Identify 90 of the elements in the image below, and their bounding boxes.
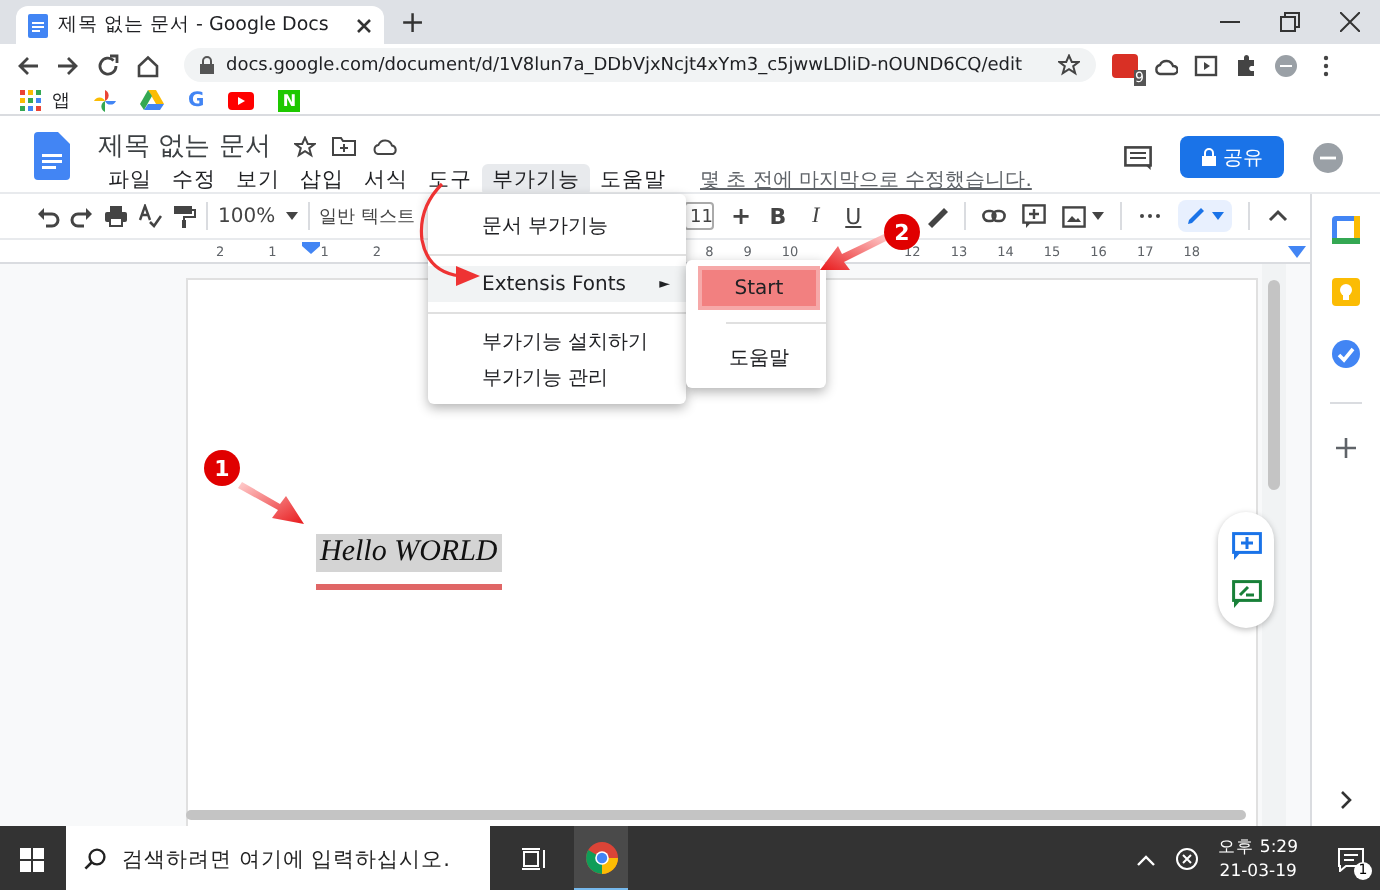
increase-button[interactable]: +	[730, 202, 752, 230]
task-view-icon[interactable]	[522, 848, 546, 870]
menu-item[interactable]: 부가기능 설치하기	[428, 324, 686, 360]
windows-icon[interactable]	[20, 847, 44, 871]
notification-icon	[1338, 847, 1364, 871]
address-bar[interactable]: docs.google.com/document/d/1V8lun7a_DDbVjxNcjt4xYm3_c5jwwLDliD-nOUND6CQ/edit	[184, 48, 1096, 82]
scrollbar-thumb[interactable]	[1268, 280, 1280, 490]
highlighter-icon[interactable]	[924, 204, 949, 228]
caret-icon	[285, 212, 298, 220]
editing-mode-button[interactable]	[1177, 200, 1233, 232]
chrome-icon	[585, 841, 617, 873]
print-icon[interactable]	[104, 204, 128, 228]
menu-item[interactable]: 도움말	[590, 164, 676, 196]
bookmark[interactable]: G	[188, 89, 205, 111]
chevron-right-icon[interactable]	[1340, 790, 1352, 810]
caret-icon	[1212, 212, 1224, 220]
cloud-icon[interactable]	[372, 136, 399, 156]
clock[interactable]: 오후 5:29 21-03-19	[1218, 835, 1298, 883]
folder-icon[interactable]	[332, 136, 357, 156]
home-icon[interactable]	[136, 53, 160, 77]
menu-item[interactable]: 도움말	[698, 336, 820, 380]
taskbar-search-field[interactable]: 검색하려면 여기에 입력하십시오.	[66, 826, 490, 890]
media-icon[interactable]	[1194, 53, 1218, 77]
menu-item[interactable]: 도구	[418, 164, 482, 196]
browser-tab[interactable]: 제목 없는 문서 - Google Docs	[16, 6, 384, 44]
arrow	[820, 234, 888, 270]
calendar-icon[interactable]	[1332, 216, 1360, 244]
lock-icon	[200, 56, 214, 74]
play-icon[interactable]	[228, 91, 255, 109]
pinwheel-icon[interactable]	[94, 89, 116, 111]
menu-item[interactable]: 파일	[98, 164, 162, 196]
link-icon[interactable]	[982, 204, 1006, 228]
share-button[interactable]: 공유	[1180, 136, 1284, 178]
format-button[interactable]: B	[767, 203, 789, 229]
reload-icon[interactable]	[96, 53, 120, 77]
zoom-select[interactable]: 100%	[218, 205, 298, 227]
style-select[interactable]: 일반 텍스트	[319, 203, 415, 229]
arrow	[238, 482, 304, 524]
forward-icon[interactable]	[56, 53, 80, 77]
new-tab-button[interactable]: +	[400, 3, 426, 41]
search-icon	[84, 848, 106, 870]
docs-logo-icon[interactable]	[34, 132, 70, 180]
chevron-up-icon[interactable]	[1136, 853, 1157, 865]
image-icon	[1062, 205, 1086, 227]
menu-item[interactable]: 수정	[162, 164, 226, 196]
step-marker: 1	[204, 450, 240, 486]
restore-icon[interactable]	[1280, 12, 1300, 32]
bookmark[interactable]: 앱	[20, 87, 70, 113]
spellcheck-icon[interactable]	[138, 204, 162, 228]
image-button[interactable]	[1062, 205, 1104, 227]
paint-roller-icon[interactable]	[172, 204, 196, 228]
comment-icon[interactable]	[1124, 145, 1152, 169]
format-button[interactable]: I	[804, 204, 827, 228]
avatar-icon[interactable]	[1312, 141, 1344, 173]
avatar-icon[interactable]	[1274, 53, 1298, 77]
close-icon[interactable]	[1340, 12, 1360, 32]
lock-icon	[1201, 148, 1215, 166]
undo-icon[interactable]	[36, 204, 60, 228]
menu-item[interactable]: 서식	[354, 164, 418, 196]
back-icon[interactable]	[16, 53, 40, 77]
suggest-edit-icon[interactable]	[1231, 580, 1261, 608]
browser-taskbar-button[interactable]	[574, 826, 628, 890]
drive-icon[interactable]	[140, 90, 164, 110]
apps-icon	[20, 89, 42, 111]
redo-icon[interactable]	[70, 204, 94, 228]
menu-item[interactable]: 보기	[226, 164, 290, 196]
format-button[interactable]: U	[842, 203, 865, 229]
close-icon[interactable]	[356, 17, 372, 33]
indent-marker-icon[interactable]	[1288, 246, 1306, 258]
close-circle-icon[interactable]	[1176, 848, 1199, 870]
menu-item[interactable]: 문서 부가기능	[428, 208, 686, 244]
pencil-icon	[1186, 206, 1206, 226]
last-edit-link[interactable]: 몇 초 전에 마지막으로 수정했습니다.	[700, 166, 1032, 194]
document-title[interactable]: 제목 없는 문서	[98, 128, 271, 164]
indent-marker-icon[interactable]	[302, 242, 320, 254]
menu-item[interactable]: 부가기능 관리	[428, 360, 686, 396]
puzzle-icon[interactable]	[1234, 53, 1258, 77]
scrollbar-thumb[interactable]	[186, 810, 1246, 820]
star-icon[interactable]	[294, 135, 317, 157]
add-comment-icon[interactable]	[1022, 204, 1046, 228]
add-comment-icon[interactable]	[1231, 532, 1261, 560]
menu-item[interactable]: 부가기능	[482, 164, 590, 196]
menu-item[interactable]: Start	[698, 266, 820, 310]
menu-item[interactable]: 삽입	[290, 164, 354, 196]
star-icon[interactable]	[1058, 54, 1080, 76]
docs-icon	[28, 13, 48, 37]
plus-icon[interactable]	[1336, 438, 1356, 458]
caret-icon	[1092, 212, 1104, 220]
document-text: Hello WORLD	[316, 534, 502, 572]
check-circle-icon[interactable]	[1332, 340, 1360, 368]
